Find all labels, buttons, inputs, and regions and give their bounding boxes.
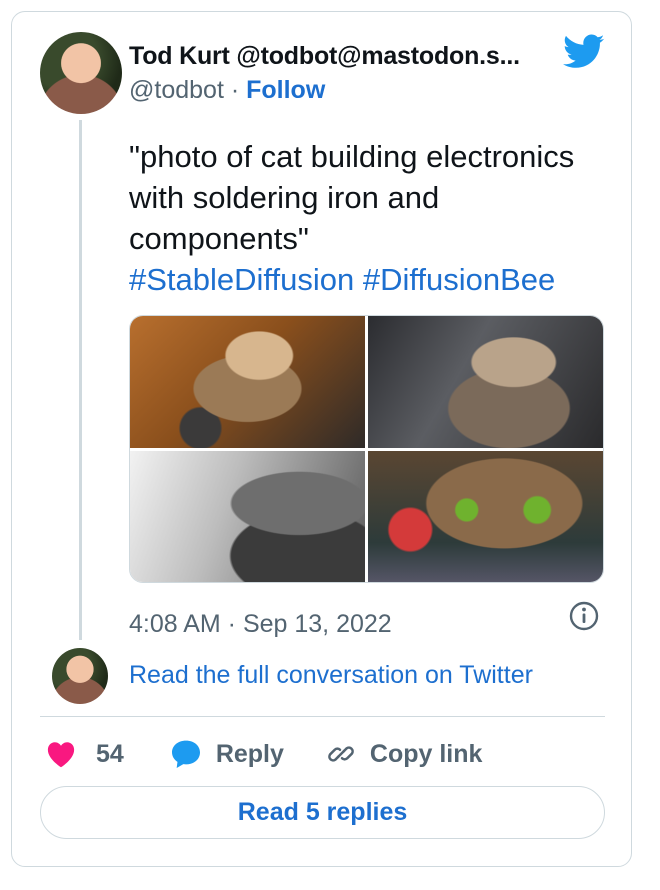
reply-label: Reply	[215, 739, 284, 768]
tweet-card: Tod Kurt @todbot@mastodon.s... @todbot ·…	[11, 11, 632, 867]
copy-link-label: Copy link	[369, 739, 483, 768]
twitter-bird-icon[interactable]	[563, 34, 605, 70]
author-avatar[interactable]	[40, 32, 122, 114]
like-button[interactable]: 54	[46, 740, 124, 769]
reply-button[interactable]: Reply	[170, 739, 284, 769]
hashtag-diffusionbee[interactable]: #DiffusionBee	[363, 262, 555, 297]
media-grid	[129, 315, 604, 583]
author-handle[interactable]: @todbot	[129, 76, 224, 104]
action-bar: 54 Reply Copy link	[46, 734, 482, 774]
speech-bubble-icon	[171, 740, 200, 768]
follow-button[interactable]: Follow	[246, 76, 325, 104]
media-image-2[interactable]	[368, 316, 603, 448]
thread-line	[79, 120, 82, 640]
link-chain-icon	[328, 746, 354, 762]
divider	[40, 716, 605, 717]
handle-separator: ·	[230, 76, 240, 104]
media-image-1[interactable]	[130, 316, 365, 448]
viewer-avatar	[52, 648, 108, 704]
author-name[interactable]: Tod Kurt @todbot@mastodon.s...	[129, 42, 549, 71]
hashtag-stablediffusion[interactable]: #StableDiffusion	[129, 262, 354, 297]
read-replies-button[interactable]: Read 5 replies	[40, 786, 605, 839]
like-count: 54	[96, 739, 124, 768]
copy-link-button[interactable]: Copy link	[326, 739, 483, 769]
author-handle-row: @todbot · Follow	[129, 76, 325, 105]
read-full-conversation-link[interactable]: Read the full conversation on Twitter	[129, 661, 533, 690]
media-image-3[interactable]	[130, 450, 365, 582]
tweet-text: "photo of cat building electronics with …	[129, 136, 609, 300]
tweet-timestamp[interactable]: 4:08 AM · Sep 13, 2022	[129, 610, 392, 639]
info-circle-icon[interactable]	[568, 600, 600, 632]
media-image-4[interactable]	[368, 450, 603, 582]
heart-icon	[47, 742, 75, 768]
tweet-body: "photo of cat building electronics with …	[129, 139, 575, 256]
